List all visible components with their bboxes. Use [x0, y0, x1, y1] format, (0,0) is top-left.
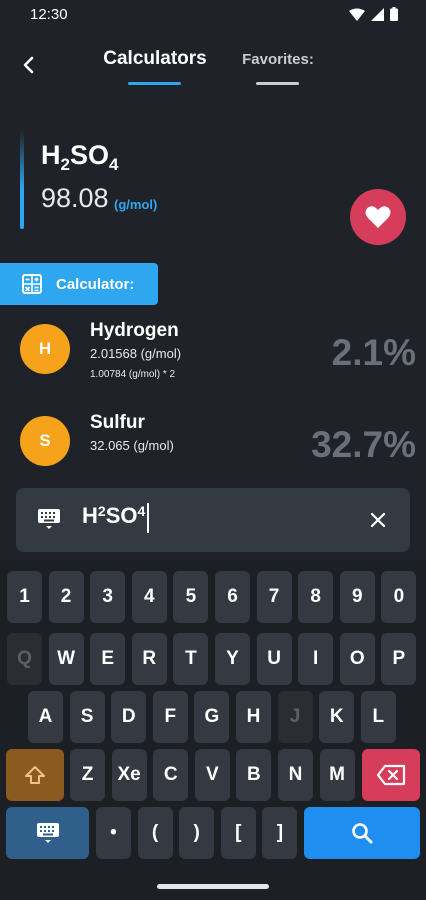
key-f[interactable]: F	[152, 691, 188, 743]
keyboard-icon	[36, 823, 59, 843]
tab-calculators[interactable]: Calculators	[100, 48, 210, 70]
key-e[interactable]: E	[90, 633, 126, 685]
key-close-bracket[interactable]: ]	[262, 807, 298, 859]
key-w[interactable]: W	[48, 633, 84, 685]
element-row-hydrogen: H Hydrogen 2.01568 (g/mol) 1.00784 (g/mo…	[0, 312, 426, 392]
tab-favorites-indicator	[256, 82, 299, 85]
key-open-paren[interactable]: (	[137, 807, 173, 859]
key-4[interactable]: 4	[131, 571, 167, 623]
backspace-icon	[376, 764, 406, 786]
key-a[interactable]: A	[28, 691, 63, 743]
battery-icon	[390, 7, 398, 21]
key-p[interactable]: P	[381, 633, 417, 685]
status-bar: 12:30	[0, 0, 426, 28]
key-l[interactable]: L	[360, 691, 396, 743]
key-9[interactable]: 9	[339, 571, 375, 623]
text-caret	[147, 503, 150, 533]
search-key[interactable]	[304, 807, 420, 859]
input-part: H	[82, 503, 98, 528]
keyboard-toggle-key[interactable]	[6, 807, 89, 859]
key-z[interactable]: Z	[70, 749, 105, 801]
back-button[interactable]	[14, 50, 44, 80]
clear-button[interactable]	[364, 506, 392, 534]
key-k[interactable]: K	[319, 691, 355, 743]
formula-subscript: 2	[60, 155, 70, 174]
key-5[interactable]: 5	[173, 571, 209, 623]
input-subscript: 4	[137, 503, 146, 519]
key-xe[interactable]: Xe	[111, 749, 147, 801]
backspace-key[interactable]	[362, 749, 420, 801]
key-i[interactable]: I	[298, 633, 334, 685]
molar-mass-unit: (g/mol)	[114, 197, 158, 212]
key-bullet[interactable]: •	[96, 807, 131, 859]
element-percent: 32.7%	[311, 424, 416, 465]
shift-icon	[25, 766, 45, 784]
key-1[interactable]: 1	[7, 571, 42, 623]
element-row-sulfur: S Sulfur 32.065 (g/mol) 32.7%	[0, 404, 426, 484]
favorite-button[interactable]	[350, 189, 406, 245]
key-3[interactable]: 3	[90, 571, 126, 623]
key-h[interactable]: H	[236, 691, 271, 743]
element-mass: 2.01568 (g/mol)	[90, 346, 182, 361]
key-m[interactable]: M	[319, 749, 355, 801]
formula-subscript: 4	[108, 155, 119, 174]
key-n[interactable]: N	[278, 749, 313, 801]
key-o[interactable]: O	[339, 633, 375, 685]
formula-input-text[interactable]: H 2 SO 4	[82, 503, 150, 533]
key-6[interactable]: 6	[215, 571, 250, 623]
calculator-tab-label: Calculator:	[56, 275, 135, 293]
formula-title: H2SO4	[41, 140, 118, 175]
heart-icon	[365, 206, 391, 228]
formula-card: H2SO4 98.08 (g/mol)	[0, 100, 426, 250]
close-icon	[370, 512, 386, 528]
key-close-paren[interactable]: )	[179, 807, 215, 859]
element-mass: 32.065 (g/mol)	[90, 438, 174, 453]
key-s[interactable]: S	[69, 691, 105, 743]
status-time: 12:30	[30, 5, 68, 23]
element-name: Sulfur	[90, 412, 145, 433]
calculator-icon	[22, 274, 42, 294]
formula-part: SO	[69, 140, 109, 170]
key-7[interactable]: 7	[256, 571, 292, 623]
molar-mass-value: 98.08	[41, 183, 109, 213]
input-subscript: 2	[97, 503, 106, 519]
key-0[interactable]: 0	[381, 571, 417, 623]
calculator-tab[interactable]: Calculator:	[0, 263, 158, 305]
key-t[interactable]: T	[173, 633, 209, 685]
key-b[interactable]: B	[236, 749, 272, 801]
back-arrow-icon	[23, 56, 34, 74]
key-u[interactable]: U	[256, 633, 292, 685]
element-badge: S	[20, 416, 70, 466]
key-y[interactable]: Y	[215, 633, 250, 685]
keyboard-icon	[38, 509, 60, 529]
key-j[interactable]: J	[277, 691, 313, 743]
element-badge: H	[20, 324, 70, 374]
key-c[interactable]: C	[153, 749, 189, 801]
key-g[interactable]: G	[194, 691, 230, 743]
status-icons	[349, 7, 398, 21]
key-d[interactable]: D	[111, 691, 147, 743]
input-part: SO	[105, 503, 138, 528]
key-open-bracket[interactable]: [	[220, 807, 256, 859]
app-header: Calculators Favorites:	[0, 28, 426, 98]
formula-input-field[interactable]: H 2 SO 4	[16, 488, 410, 552]
key-v[interactable]: V	[194, 749, 230, 801]
tab-favorites[interactable]: Favorites:	[236, 51, 320, 68]
key-2[interactable]: 2	[48, 571, 84, 623]
key-q[interactable]: Q	[7, 633, 42, 685]
formula-accent-bar	[20, 130, 24, 229]
element-percent: 2.1%	[331, 332, 416, 373]
key-8[interactable]: 8	[298, 571, 334, 623]
shift-key[interactable]	[6, 749, 64, 801]
tab-calculators-indicator	[128, 82, 181, 85]
signal-icon	[371, 7, 384, 21]
key-r[interactable]: R	[131, 633, 167, 685]
wifi-icon	[349, 8, 365, 21]
element-name: Hydrogen	[90, 320, 179, 341]
gesture-nav-handle[interactable]	[157, 884, 269, 889]
element-calculation: 1.00784 (g/mol) * 2	[90, 369, 176, 380]
formula-part: H	[41, 140, 61, 170]
search-icon	[352, 823, 373, 844]
